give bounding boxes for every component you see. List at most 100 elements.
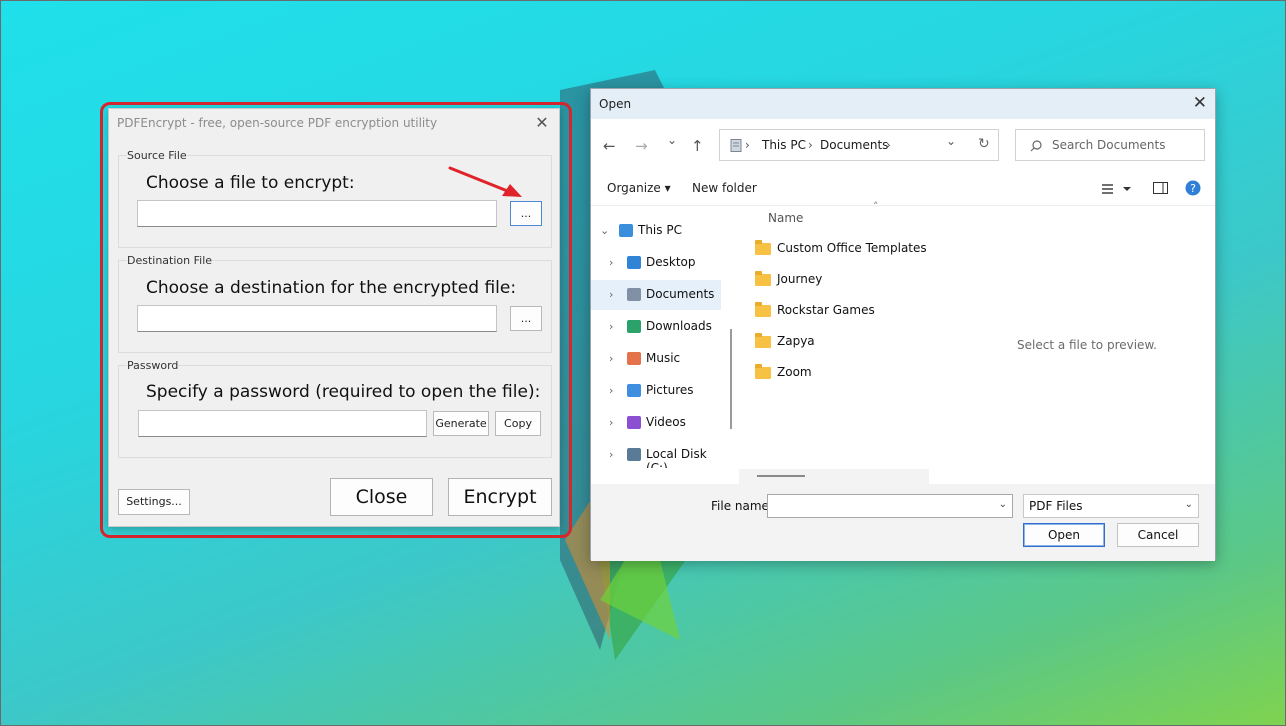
view-options-icon[interactable] [1101,183,1133,195]
pictures-icon [627,384,641,397]
organize-menu[interactable]: Organize ▾ [607,181,671,195]
source-prompt: Choose a file to encrypt: [146,173,355,193]
file-list: Name ˄ Custom Office Templates Journey Roc… [739,200,1079,468]
nav-item-downloads[interactable]: › Downloads [591,312,721,342]
destination-browse-button[interactable]: ... [510,306,542,331]
settings-button[interactable]: Settings... [118,489,190,515]
folder-icon [755,333,771,348]
nav-item-label: Videos [646,415,686,429]
help-icon[interactable]: ? [1185,180,1201,196]
nav-item-documents[interactable]: › Documents [591,280,721,310]
password-group: Password Specify a password (required to… [118,359,552,458]
nav-item-music[interactable]: › Music [591,344,721,374]
breadcrumb-separator: › [745,138,750,152]
group-label: Source File [127,149,187,162]
pc-icon [619,224,633,237]
list-item[interactable]: Custom Office Templates [755,240,975,262]
chevron-right-icon[interactable]: › [609,448,613,461]
music-icon [627,352,641,365]
nav-item-label: Pictures [646,383,694,397]
destination-file-input[interactable] [137,305,497,332]
encrypt-button[interactable]: Encrypt [448,478,552,516]
close-button[interactable]: Close [330,478,433,516]
breadcrumb-this-pc[interactable]: This PC [762,138,806,152]
title-bar: Open ✕ [591,89,1215,119]
open-button[interactable]: Open [1023,523,1105,547]
refresh-icon[interactable]: ↻ [978,136,990,152]
search-placeholder: Search Documents [1052,138,1166,152]
nav-item-label: Documents [646,287,715,301]
close-icon[interactable]: ✕ [1193,93,1207,113]
nav-item-desktop[interactable]: › Desktop [591,248,721,278]
new-folder-button[interactable]: New folder [692,181,757,195]
nav-scrollbar[interactable] [730,329,732,429]
red-arrow-annotation [448,166,522,197]
password-input[interactable] [138,410,427,437]
file-name: Journey [777,272,823,286]
disk-icon [627,448,641,461]
chevron-right-icon[interactable]: › [609,416,613,429]
close-icon[interactable]: ✕ [533,113,551,132]
chevron-down-icon[interactable]: ⌄ [600,224,609,237]
folder-icon [755,240,771,255]
file-type-select[interactable]: PDF Files ⌄ [1023,494,1199,518]
navigation-pane: ⌄ This PC › Desktop › Documents › Downloads › Mus… [591,206,731,468]
group-label: Destination File [127,254,213,267]
file-name: Zoom [777,365,812,379]
dialog-title: Open [599,97,632,111]
preview-message: Select a file to preview. [1017,338,1157,352]
file-type-value: PDF Files [1029,499,1083,513]
cancel-button[interactable]: Cancel [1117,523,1199,547]
generate-button[interactable]: Generate [433,411,489,436]
chevron-right-icon[interactable]: › [609,352,613,365]
nav-item-local-disk-c[interactable]: › Local Disk (C:) [591,440,721,468]
folder-icon [755,302,771,317]
nav-item-label: Local Disk (C:) [646,447,707,468]
preview-pane-icon[interactable] [1153,182,1169,195]
videos-icon [627,416,641,429]
desktop-icon [627,256,641,269]
chevron-right-icon[interactable]: › [609,256,613,269]
breadcrumb-separator: › [808,138,813,152]
open-file-dialog: Open ✕ ← → ⌄ ↑ › This PC › Documents › ⌄… [590,88,1216,561]
copy-button[interactable]: Copy [495,411,541,436]
horizontal-scrollbar[interactable] [739,469,929,485]
downloads-icon [627,320,641,333]
search-box[interactable]: Search Documents [1015,129,1205,161]
folder-icon [755,271,771,286]
address-dropdown-icon[interactable]: ⌄ [946,134,956,148]
file-name-label: File name: [711,499,773,513]
list-item[interactable]: Journey [755,271,975,293]
chevron-right-icon[interactable]: › [609,288,613,301]
forward-arrow-icon[interactable]: → [635,137,648,155]
destination-prompt: Choose a destination for the encrypted f… [146,278,517,298]
list-item[interactable]: Zapya [755,333,975,355]
search-icon [1030,140,1042,152]
file-name-input[interactable]: ⌄ [767,494,1013,518]
breadcrumb-separator: › [886,138,891,152]
chevron-right-icon[interactable]: › [609,320,613,333]
address-bar[interactable]: › This PC › Documents › ⌄ ↻ [719,129,999,161]
documents-icon [627,288,641,301]
password-prompt: Specify a password (required to open the… [146,382,541,402]
list-item[interactable]: Zoom [755,364,975,386]
nav-item-videos[interactable]: › Videos [591,408,721,438]
svg-text:?: ? [1190,182,1196,195]
nav-item-label: This PC [638,223,682,237]
breadcrumb-documents[interactable]: Documents [820,138,888,152]
nav-item-label: Music [646,351,681,365]
recent-locations-icon[interactable]: ⌄ [667,133,677,147]
column-header-name[interactable]: Name [768,211,803,225]
sort-up-icon: ˄ [873,200,879,213]
back-arrow-icon[interactable]: ← [603,137,616,155]
list-item[interactable]: Rockstar Games [755,302,975,324]
group-label: Password [127,359,179,372]
up-arrow-icon[interactable]: ↑ [691,137,704,155]
chevron-right-icon[interactable]: › [609,384,613,397]
nav-item-pictures[interactable]: › Pictures [591,376,721,406]
chevron-down-icon[interactable]: ⌄ [999,499,1007,510]
nav-item-label: Downloads [646,319,712,333]
nav-item-this-pc[interactable]: ⌄ This PC [591,216,721,246]
file-name: Rockstar Games [777,303,875,317]
file-name: Zapya [777,334,815,348]
